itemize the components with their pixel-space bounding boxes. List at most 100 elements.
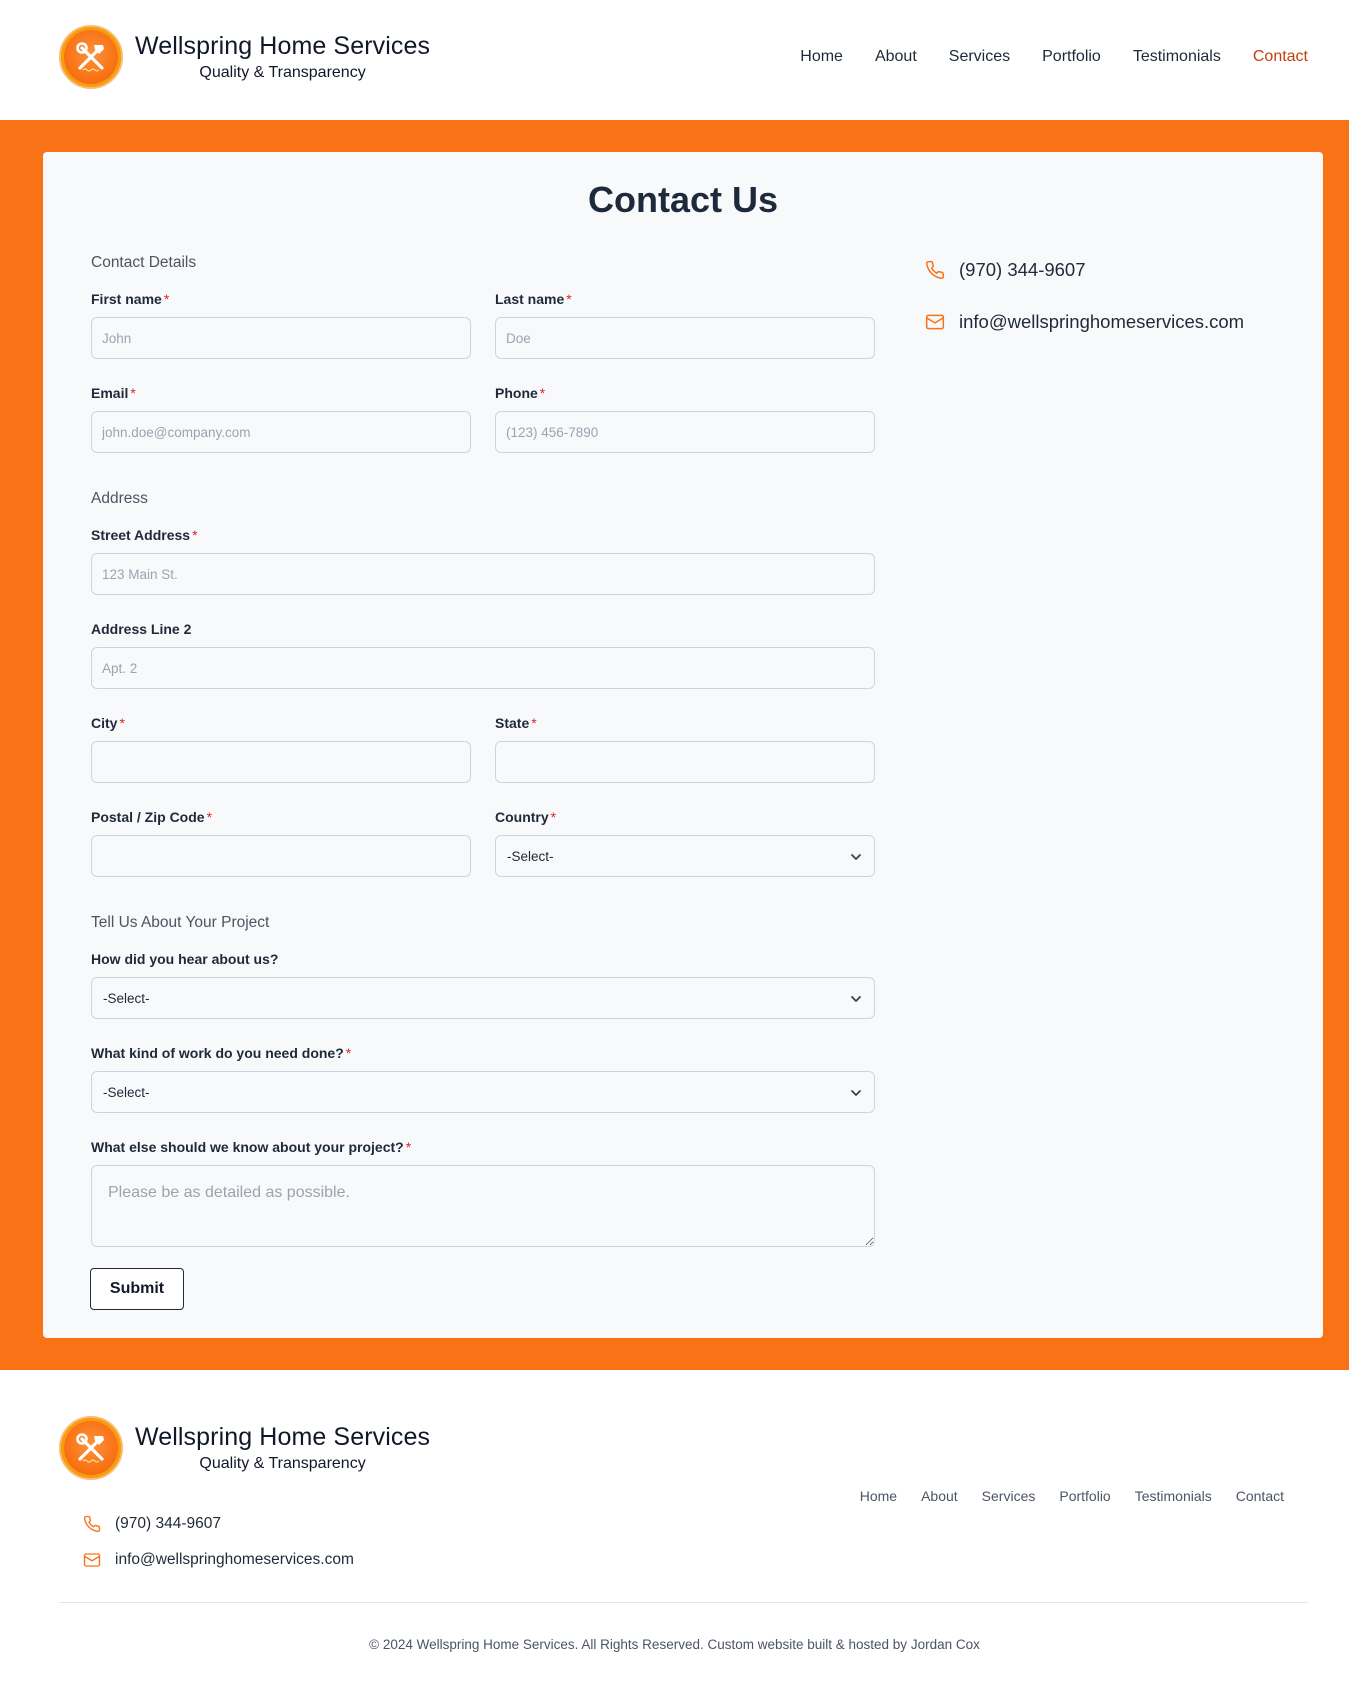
chevron-down-icon xyxy=(851,1090,861,1096)
phone-input[interactable] xyxy=(495,411,875,453)
street-label: Street Address * xyxy=(91,527,198,543)
street-group: Street Address * xyxy=(91,526,875,595)
nav-about[interactable]: About xyxy=(875,45,917,69)
footer-email-text: info@wellspringhomeservices.com xyxy=(115,1551,354,1568)
zip-group: Postal / Zip Code * xyxy=(91,808,471,877)
phone-group: Phone * xyxy=(495,384,875,453)
hear-group: How did you hear about us? -Select- xyxy=(91,950,875,1019)
city-label: City * xyxy=(91,715,125,731)
mail-icon xyxy=(925,314,945,330)
nav-testimonials[interactable]: Testimonials xyxy=(1133,45,1221,69)
phone-label: Phone * xyxy=(495,385,546,401)
footer-nav-testimonials[interactable]: Testimonials xyxy=(1135,1486,1212,1506)
last-name-label: Last name * xyxy=(495,291,572,307)
email-input[interactable] xyxy=(91,411,471,453)
country-select[interactable]: -Select- xyxy=(495,835,875,877)
country-select-value: -Select- xyxy=(507,849,554,864)
email-label: Email * xyxy=(91,385,136,401)
required-mark: * xyxy=(405,1139,412,1155)
footer-brand[interactable]: Wellspring Home Services Quality & Trans… xyxy=(59,1416,430,1480)
state-group: State * xyxy=(495,714,875,783)
footer-email[interactable]: info@wellspringhomeservices.com xyxy=(83,1548,354,1572)
contact-card: Contact Us Contact Details First name* L… xyxy=(43,152,1323,1338)
work-label: What kind of work do you need done? * xyxy=(91,1045,352,1061)
zip-input[interactable] xyxy=(91,835,471,877)
logo-hammer-wrench-icon xyxy=(59,25,123,89)
city-group: City * xyxy=(91,714,471,783)
chevron-down-icon xyxy=(851,854,861,860)
copyright: © 2024 Wellspring Home Services. All Rig… xyxy=(369,1637,980,1652)
footer-phone-text: (970) 344-9607 xyxy=(115,1515,221,1532)
footer-nav-portfolio[interactable]: Portfolio xyxy=(1059,1486,1110,1506)
nav-contact[interactable]: Contact xyxy=(1253,45,1308,69)
contact-section: Contact Us Contact Details First name* L… xyxy=(0,120,1349,1370)
zip-label: Postal / Zip Code * xyxy=(91,809,213,825)
first-name-label: First name * xyxy=(91,291,170,307)
first-name-input[interactable] xyxy=(91,317,471,359)
site-header: Wellspring Home Services Quality & Trans… xyxy=(0,0,1349,120)
last-name-input[interactable] xyxy=(495,317,875,359)
country-label: Country * xyxy=(495,809,557,825)
work-select-value: -Select- xyxy=(103,1085,150,1100)
details-group: What else should we know about your proj… xyxy=(91,1138,875,1247)
brand-tagline: Quality & Transparency xyxy=(199,64,366,81)
footer-nav-contact[interactable]: Contact xyxy=(1236,1486,1284,1506)
nav-home[interactable]: Home xyxy=(800,45,843,69)
work-select[interactable]: -Select- xyxy=(91,1071,875,1113)
footer-brand-tagline: Quality & Transparency xyxy=(199,1455,366,1472)
required-mark: * xyxy=(192,527,198,543)
state-input[interactable] xyxy=(495,741,875,783)
address2-input[interactable] xyxy=(91,647,875,689)
required-mark: * xyxy=(206,809,213,825)
hear-select-value: -Select- xyxy=(103,991,150,1006)
submit-button[interactable]: Submit xyxy=(90,1268,184,1310)
street-input[interactable] xyxy=(91,553,875,595)
section-address: Address xyxy=(91,490,148,507)
details-label: What else should we know about your proj… xyxy=(91,1139,412,1155)
required-mark: * xyxy=(163,291,170,307)
required-mark: * xyxy=(550,809,557,825)
footer-nav-home[interactable]: Home xyxy=(860,1486,897,1506)
footer-brand-name: Wellspring Home Services xyxy=(135,1423,431,1451)
footer-contact: (970) 344-9607 info@wellspringhomeservic… xyxy=(83,1512,354,1572)
footer-nav: Home About Services Portfolio Testimonia… xyxy=(860,1486,1284,1506)
state-label: State * xyxy=(495,715,537,731)
chevron-down-icon xyxy=(851,996,861,1002)
work-group: What kind of work do you need done? * -Se… xyxy=(91,1044,875,1113)
hear-select[interactable]: -Select- xyxy=(91,977,875,1019)
nav-services[interactable]: Services xyxy=(949,45,1010,69)
site-footer: Wellspring Home Services Quality & Trans… xyxy=(0,1370,1349,1687)
section-contact-details: Contact Details xyxy=(91,254,197,271)
first-name-group: First name * xyxy=(91,290,471,359)
project-details-textarea[interactable] xyxy=(91,1165,875,1247)
hear-label: How did you hear about us? xyxy=(91,951,279,967)
nav-portfolio[interactable]: Portfolio xyxy=(1042,45,1101,69)
main-nav: Home About Services Portfolio Testimonia… xyxy=(800,45,1308,69)
city-input[interactable] xyxy=(91,741,471,783)
email-group: Email * xyxy=(91,384,471,453)
phone-icon xyxy=(926,260,945,279)
address2-group: Address Line 2 xyxy=(91,620,875,689)
brand-name: Wellspring Home Services xyxy=(135,32,431,60)
footer-phone[interactable]: (970) 344-9607 xyxy=(83,1512,354,1536)
required-mark: * xyxy=(130,385,136,401)
contact-email-text: info@wellspringhomeservices.com xyxy=(959,311,1245,332)
country-group: Country * -Select- xyxy=(495,808,875,877)
mail-icon xyxy=(83,1553,101,1567)
required-mark: * xyxy=(119,715,125,731)
footer-nav-services[interactable]: Services xyxy=(982,1486,1036,1506)
contact-phone-text: (970) 344-9607 xyxy=(959,259,1086,280)
footer-nav-about[interactable]: About xyxy=(921,1486,958,1506)
contact-phone[interactable]: (970) 344-9607 xyxy=(925,258,1244,282)
address2-label: Address Line 2 xyxy=(91,621,192,637)
contact-email[interactable]: info@wellspringhomeservices.com xyxy=(925,310,1244,334)
contact-info: (970) 344-9607 info@wellspringhomeservic… xyxy=(925,258,1244,334)
section-project: Tell Us About Your Project xyxy=(91,914,270,931)
required-mark: * xyxy=(566,291,572,307)
logo-hammer-wrench-icon xyxy=(59,1416,123,1480)
brand[interactable]: Wellspring Home Services Quality & Trans… xyxy=(59,24,430,90)
footer-divider xyxy=(59,1602,1308,1603)
required-mark: * xyxy=(531,715,537,731)
phone-icon xyxy=(83,1515,101,1533)
last-name-group: Last name * xyxy=(495,290,875,359)
